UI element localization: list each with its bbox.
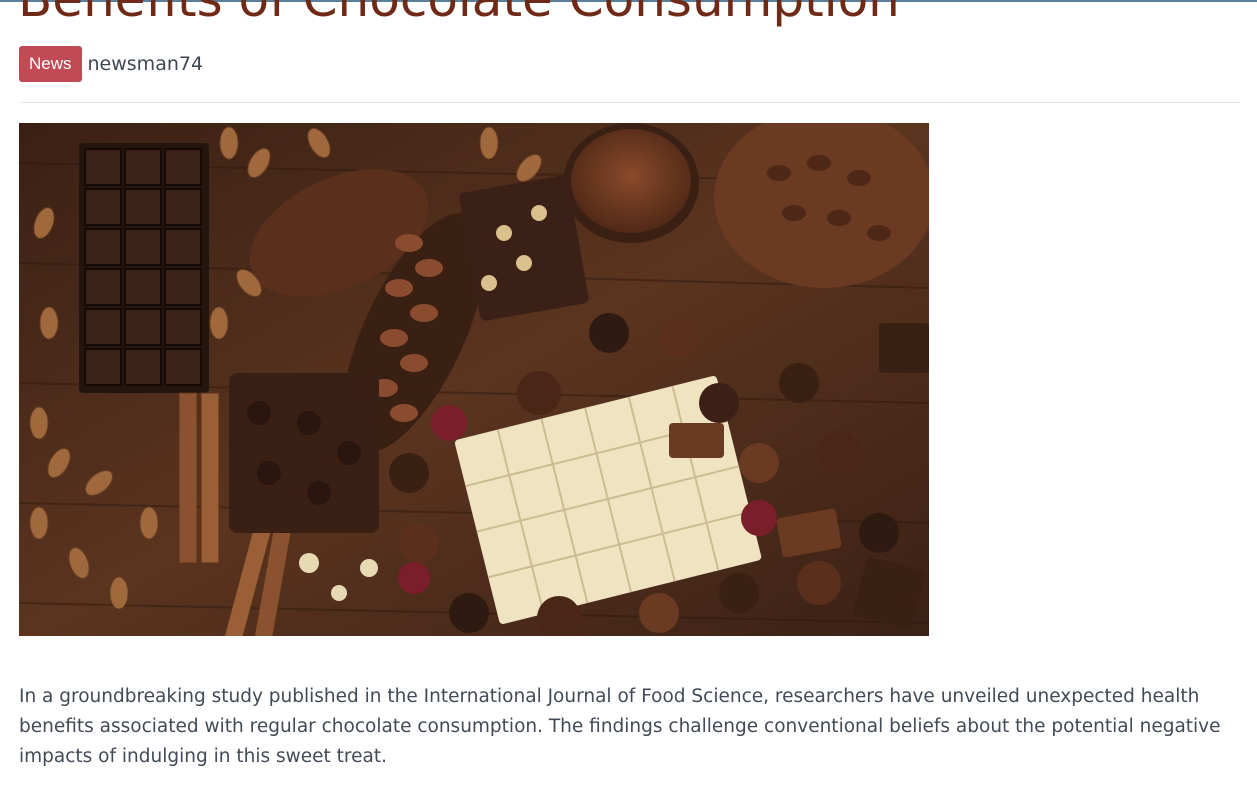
article-body: In a groundbreaking study published in t… [19, 686, 1221, 767]
author-name[interactable]: newsman74 [88, 53, 204, 75]
divider [19, 102, 1240, 103]
hero-image [19, 123, 929, 636]
article-title: Benefits of Chocolate Consumption [18, 0, 900, 32]
hero-illustration [19, 123, 929, 636]
article-meta: News newsman74 [19, 46, 203, 82]
dark-chocolate-bar [79, 143, 209, 393]
category-badge[interactable]: News [19, 46, 82, 82]
